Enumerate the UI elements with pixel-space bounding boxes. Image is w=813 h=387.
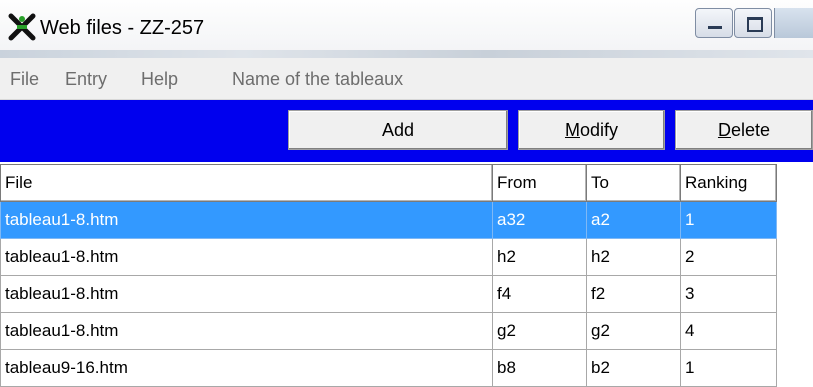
cell-to: h2 — [586, 238, 681, 276]
column-header-to[interactable]: To — [586, 164, 681, 202]
files-table: File From To Ranking tableau1-8.htm a32 … — [0, 164, 777, 387]
title-bar[interactable]: Web files - ZZ-257 — [0, 0, 813, 52]
modify-button[interactable]: Modify — [518, 110, 665, 150]
cell-ranking: 1 — [680, 349, 777, 387]
maximize-button[interactable] — [734, 8, 772, 38]
cell-file: tableau1-8.htm — [0, 201, 493, 239]
cell-from: b8 — [492, 349, 587, 387]
delete-accelerator: D — [717, 120, 731, 140]
table-row[interactable]: tableau9-16.htm b8 b2 1 — [0, 349, 777, 387]
toolbar: Add Modify Delete — [0, 100, 813, 162]
column-header-ranking[interactable]: Ranking — [680, 164, 777, 202]
cell-to: b2 — [586, 349, 681, 387]
menu-help[interactable]: Help — [141, 69, 178, 90]
table-row[interactable]: tableau1-8.htm h2 h2 2 — [0, 238, 777, 276]
cell-ranking: 3 — [680, 275, 777, 313]
blurred-strip — [0, 50, 813, 58]
cell-ranking: 1 — [680, 201, 777, 239]
cell-from: g2 — [492, 312, 587, 350]
table-row[interactable]: tableau1-8.htm a32 a2 1 — [0, 201, 777, 239]
cell-ranking: 2 — [680, 238, 777, 276]
window-title: Web files - ZZ-257 — [40, 17, 205, 39]
delete-label-rest: elete — [730, 120, 771, 140]
cell-from: f4 — [492, 275, 587, 313]
column-header-from[interactable]: From — [492, 164, 587, 202]
table-header-row: File From To Ranking — [0, 164, 777, 202]
minimize-button[interactable] — [695, 8, 733, 38]
cell-file: tableau9-16.htm — [0, 349, 493, 387]
cell-to: a2 — [586, 201, 681, 239]
modify-label-rest: odify — [579, 120, 619, 140]
delete-button[interactable]: Delete — [675, 110, 813, 150]
menu-bar: File Entry Help Name of the tableaux — [0, 58, 813, 100]
maximize-icon — [747, 17, 763, 32]
cell-file: tableau1-8.htm — [0, 275, 493, 313]
cell-file: tableau1-8.htm — [0, 312, 493, 350]
cell-from: h2 — [492, 238, 587, 276]
menu-entry[interactable]: Entry — [65, 69, 107, 90]
table-row[interactable]: tableau1-8.htm g2 g2 4 — [0, 312, 777, 350]
cell-to: g2 — [586, 312, 681, 350]
modify-accelerator: M — [564, 120, 580, 140]
menu-file[interactable]: File — [10, 69, 39, 90]
app-x-icon[interactable] — [8, 13, 36, 41]
menu-name-of-tableaux[interactable]: Name of the tableaux — [232, 69, 403, 90]
column-header-file[interactable]: File — [0, 164, 493, 202]
cell-ranking: 4 — [680, 312, 777, 350]
table-row[interactable]: tableau1-8.htm f4 f2 3 — [0, 275, 777, 313]
cell-from: a32 — [492, 201, 587, 239]
minimize-icon — [708, 26, 722, 29]
close-button[interactable] — [774, 8, 813, 38]
cell-to: f2 — [586, 275, 681, 313]
cell-file: tableau1-8.htm — [0, 238, 493, 276]
add-button[interactable]: Add — [288, 110, 508, 150]
